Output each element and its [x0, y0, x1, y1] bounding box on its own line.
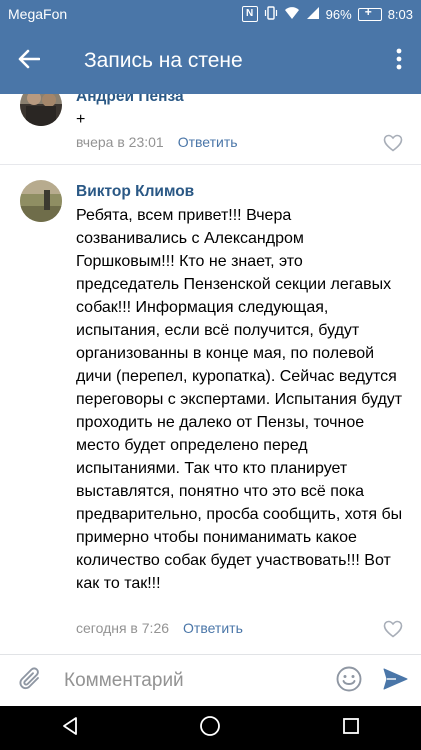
attach-button[interactable] [0, 655, 62, 707]
comment-time: сегодня в 7:26 [76, 620, 170, 636]
nfc-icon: N [241, 6, 258, 22]
send-icon [382, 667, 408, 696]
page-title: Запись на стене [84, 49, 243, 72]
like-button[interactable] [383, 620, 403, 638]
comments-list[interactable]: Андрей Пенза + вчера в 23:01 Ответить Вик… [0, 94, 421, 654]
carrier-name: MegaFon [8, 6, 68, 22]
comment-meta: вчера в 23:01 Ответить [76, 134, 238, 150]
nav-recents-button[interactable] [321, 706, 381, 750]
avatar[interactable] [20, 180, 62, 222]
avatar[interactable] [20, 94, 62, 126]
comment-composer [0, 654, 421, 707]
app-toolbar: Запись на стене [0, 28, 421, 94]
more-options-button[interactable] [377, 28, 421, 94]
triangle-back-icon [61, 716, 79, 741]
comment-text: + [76, 111, 86, 128]
comment-author[interactable]: Андрей Пенза [76, 94, 184, 106]
battery-percent: 96% [325, 6, 352, 22]
status-icons: N 96% 8:03 [241, 5, 421, 23]
divider [0, 164, 421, 165]
comment-author[interactable]: Виктор Климов [76, 183, 194, 201]
comment-text: Ребята, всем привет!!! Вчера созванивали… [76, 207, 403, 592]
emoji-button[interactable] [329, 655, 369, 707]
status-bar: MegaFon N 96% 8:03 [0, 0, 421, 28]
comment-item: Виктор Климов Ребята, всем привет!!! Вче… [0, 180, 421, 650]
system-nav-bar [0, 706, 421, 750]
square-recents-icon [342, 717, 360, 740]
arrow-left-icon [18, 49, 41, 74]
clock: 8:03 [387, 6, 413, 22]
battery-icon [357, 5, 382, 21]
wifi-icon [284, 6, 300, 23]
more-vertical-icon [396, 48, 402, 75]
send-button[interactable] [369, 655, 421, 707]
reply-button[interactable]: Ответить [183, 620, 243, 636]
comment-time: вчера в 23:01 [76, 134, 164, 150]
comment-item: Андрей Пенза + вчера в 23:01 Ответить [0, 94, 421, 174]
reply-button[interactable]: Ответить [178, 134, 238, 150]
vibrate-icon [264, 5, 278, 23]
signal-icon [306, 6, 320, 23]
back-button[interactable] [0, 28, 58, 94]
heart-icon [383, 620, 403, 642]
smile-icon [336, 666, 362, 697]
comment-meta: сегодня в 7:26 Ответить [76, 620, 243, 636]
nav-back-button[interactable] [40, 706, 100, 750]
circle-home-icon [199, 715, 221, 742]
nav-home-button[interactable] [180, 706, 240, 750]
like-button[interactable] [383, 134, 403, 152]
paperclip-icon [19, 666, 43, 697]
heart-icon [383, 134, 403, 156]
comment-input[interactable] [62, 669, 329, 693]
